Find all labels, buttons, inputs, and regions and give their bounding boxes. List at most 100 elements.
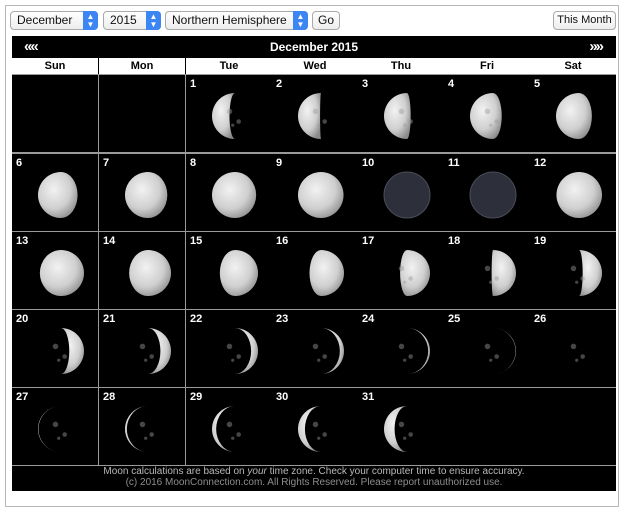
day-cell: 1	[186, 75, 272, 152]
day-number: 23	[276, 313, 289, 325]
calendar-controls: December ▲ ▼ 2015 ▲ ▼ Northern Hemisphere …	[10, 11, 616, 31]
next-month-link[interactable]: »»	[589, 38, 604, 55]
weekday-header: Wed	[272, 58, 358, 74]
select-arrows-icon: ▲ ▼	[83, 11, 98, 30]
day-cell: 16	[272, 232, 358, 309]
day-number: 4	[448, 78, 455, 90]
day-cell: 13	[12, 232, 98, 309]
day-number: 8	[190, 157, 197, 169]
moon-phase-icon	[39, 249, 84, 296]
moon-calendar: «« December 2015 »» Sun Mon Tue Wed Thu Fri Sa…	[12, 36, 616, 491]
this-month-button[interactable]: This Month	[553, 11, 616, 30]
weekday-header: Mon	[99, 58, 185, 74]
day-cell: 26	[530, 310, 616, 387]
hemisphere-select-value: Northern Hemisphere	[172, 13, 287, 27]
day-number: 29	[190, 391, 203, 403]
day-number: 17	[362, 235, 375, 247]
day-number: 27	[16, 391, 29, 403]
day-cell: 20	[12, 310, 98, 387]
day-cell: 8	[186, 154, 272, 231]
day-number: 26	[534, 313, 547, 325]
moon-phase-icon	[38, 171, 78, 218]
empty-day-cell	[444, 388, 530, 465]
day-cell: 2	[272, 75, 358, 152]
day-number: 1	[190, 78, 197, 90]
go-button[interactable]: Go	[312, 11, 340, 30]
day-number: 6	[16, 157, 23, 169]
weekday-header: Fri	[444, 58, 530, 74]
day-number: 20	[16, 313, 29, 325]
day-cell: 3	[358, 75, 444, 152]
day-number: 2	[276, 78, 283, 90]
day-number: 30	[276, 391, 289, 403]
day-cell: 7	[99, 154, 185, 231]
day-cell: 29	[186, 388, 272, 465]
day-number: 15	[190, 235, 203, 247]
moon-phase-icon	[484, 249, 516, 296]
moon-phase-icon	[212, 171, 257, 218]
moon-phase-icon	[139, 327, 171, 374]
day-cell: 25	[444, 310, 530, 387]
day-cell: 14	[99, 232, 185, 309]
day-number: 19	[534, 235, 547, 247]
month-select[interactable]: December ▲ ▼	[10, 11, 98, 30]
day-number: 18	[448, 235, 461, 247]
day-cell: 9	[272, 154, 358, 231]
moon-phase-icon	[309, 249, 344, 296]
day-number: 13	[16, 235, 29, 247]
moon-phase-icon	[212, 92, 241, 139]
month-select-value: December	[17, 13, 73, 27]
moon-phase-icon	[129, 249, 171, 296]
moon-phase-icon	[484, 327, 516, 374]
moon-phase-icon	[125, 171, 168, 218]
day-cell: 31	[358, 388, 444, 465]
empty-day-cell	[99, 75, 185, 152]
hemisphere-select[interactable]: Northern Hemisphere ▲ ▼	[165, 11, 308, 30]
day-cell: 21	[99, 310, 185, 387]
day-number: 11	[448, 157, 460, 169]
moon-phase-icon	[398, 327, 430, 374]
moon-phase-icon	[125, 405, 154, 452]
calendar-title: December 2015	[269, 40, 359, 54]
moon-phase-icon	[570, 327, 602, 374]
day-cell: 24	[358, 310, 444, 387]
moon-phase-icon	[312, 327, 344, 374]
day-cell: 6	[12, 154, 98, 231]
day-number: 3	[362, 78, 369, 90]
moon-phase-icon	[384, 92, 413, 139]
moon-phase-icon	[52, 327, 84, 374]
day-number: 10	[362, 157, 375, 169]
day-number: 7	[103, 157, 110, 169]
year-select[interactable]: 2015 ▲ ▼	[103, 11, 161, 30]
weekday-header: Tue	[186, 58, 272, 74]
day-cell: 12	[530, 154, 616, 231]
day-cell: 28	[99, 388, 185, 465]
day-number: 16	[276, 235, 289, 247]
moon-phase-icon	[298, 92, 327, 139]
day-cell: 22	[186, 310, 272, 387]
day-number: 12	[534, 157, 547, 169]
moon-phase-icon	[38, 405, 67, 452]
weekday-header: Sat	[530, 58, 616, 74]
day-cell: 11	[444, 154, 530, 231]
timezone-note: Moon calculations are based on your time…	[103, 466, 525, 477]
day-number: 25	[448, 313, 461, 325]
day-number: 28	[103, 391, 116, 403]
moon-phase-icon	[570, 249, 602, 296]
day-cell: 4	[444, 75, 530, 152]
day-number: 21	[103, 313, 116, 325]
moon-phase-icon	[469, 171, 517, 218]
weekday-header: Sun	[12, 58, 98, 74]
day-number: 22	[190, 313, 203, 325]
empty-day-cell	[530, 388, 616, 465]
day-cell: 5	[530, 75, 616, 152]
moon-phase-icon	[212, 405, 241, 452]
day-number: 24	[362, 313, 375, 325]
moon-phase-icon	[383, 171, 431, 218]
empty-day-cell	[12, 75, 98, 152]
calendar-footer: Moon calculations are based on your time…	[12, 466, 616, 488]
weekday-header: Thu	[358, 58, 444, 74]
moon-phase-icon	[556, 171, 602, 218]
day-number: 31	[362, 391, 375, 403]
select-arrows-icon: ▲ ▼	[293, 11, 308, 30]
